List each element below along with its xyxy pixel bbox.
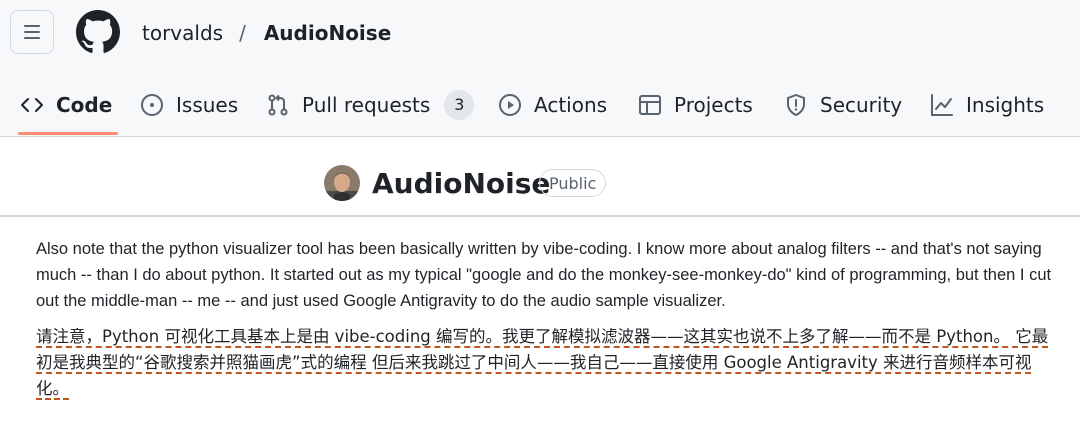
repo-header-bar: torvalds / AudioNoise Code Issues Pull r… <box>0 0 1080 137</box>
git-pull-request-icon <box>268 94 288 116</box>
hamburger-menu-button[interactable] <box>10 10 54 54</box>
tab-security-label: Security <box>820 93 903 117</box>
breadcrumb-separator: / <box>239 21 246 45</box>
pull-requests-count: 3 <box>444 90 475 120</box>
repo-nav-tabs: Code Issues Pull requests 3 Actions Proj… <box>0 78 1080 136</box>
issue-opened-icon <box>141 94 163 116</box>
tab-code-label: Code <box>56 93 113 117</box>
table-icon <box>639 95 661 115</box>
avatar-image-icon <box>324 165 360 201</box>
repo-title[interactable]: AudioNoise <box>372 167 550 200</box>
graph-icon <box>931 94 953 116</box>
tab-code[interactable]: Code <box>20 78 112 132</box>
tab-insights[interactable]: Insights <box>930 78 1044 132</box>
play-icon <box>499 94 521 116</box>
breadcrumb: torvalds / AudioNoise <box>142 18 391 48</box>
readme-paragraph-english: Also note that the python visualizer too… <box>36 240 1052 310</box>
tab-issues-label: Issues <box>176 93 239 117</box>
tab-projects[interactable]: Projects <box>638 78 753 132</box>
code-icon <box>21 98 43 112</box>
active-tab-indicator <box>18 132 118 135</box>
tab-actions-label: Actions <box>534 93 608 117</box>
owner-avatar[interactable] <box>324 165 360 201</box>
tab-security[interactable]: Security <box>784 78 902 132</box>
tab-pull-requests-label: Pull requests <box>302 93 431 117</box>
repo-title-bar: AudioNoise Public <box>0 137 1080 217</box>
visibility-badge: Public <box>539 169 607 197</box>
owner-link[interactable]: torvalds <box>142 21 223 45</box>
tab-pull-requests[interactable]: Pull requests 3 <box>266 78 475 132</box>
tab-actions[interactable]: Actions <box>498 78 607 132</box>
readme-paragraph-translation: 请注意，Python 可视化工具基本上是由 vibe-coding 编写的。我更… <box>36 327 1049 398</box>
hamburger-icon <box>24 25 40 39</box>
readme-content: Also note that the python visualizer too… <box>36 236 1056 402</box>
tab-issues[interactable]: Issues <box>140 78 238 132</box>
repo-link[interactable]: AudioNoise <box>264 21 391 45</box>
tab-projects-label: Projects <box>674 93 753 117</box>
github-logo-icon[interactable] <box>76 10 120 54</box>
tab-insights-label: Insights <box>966 93 1045 117</box>
shield-icon <box>787 94 805 116</box>
